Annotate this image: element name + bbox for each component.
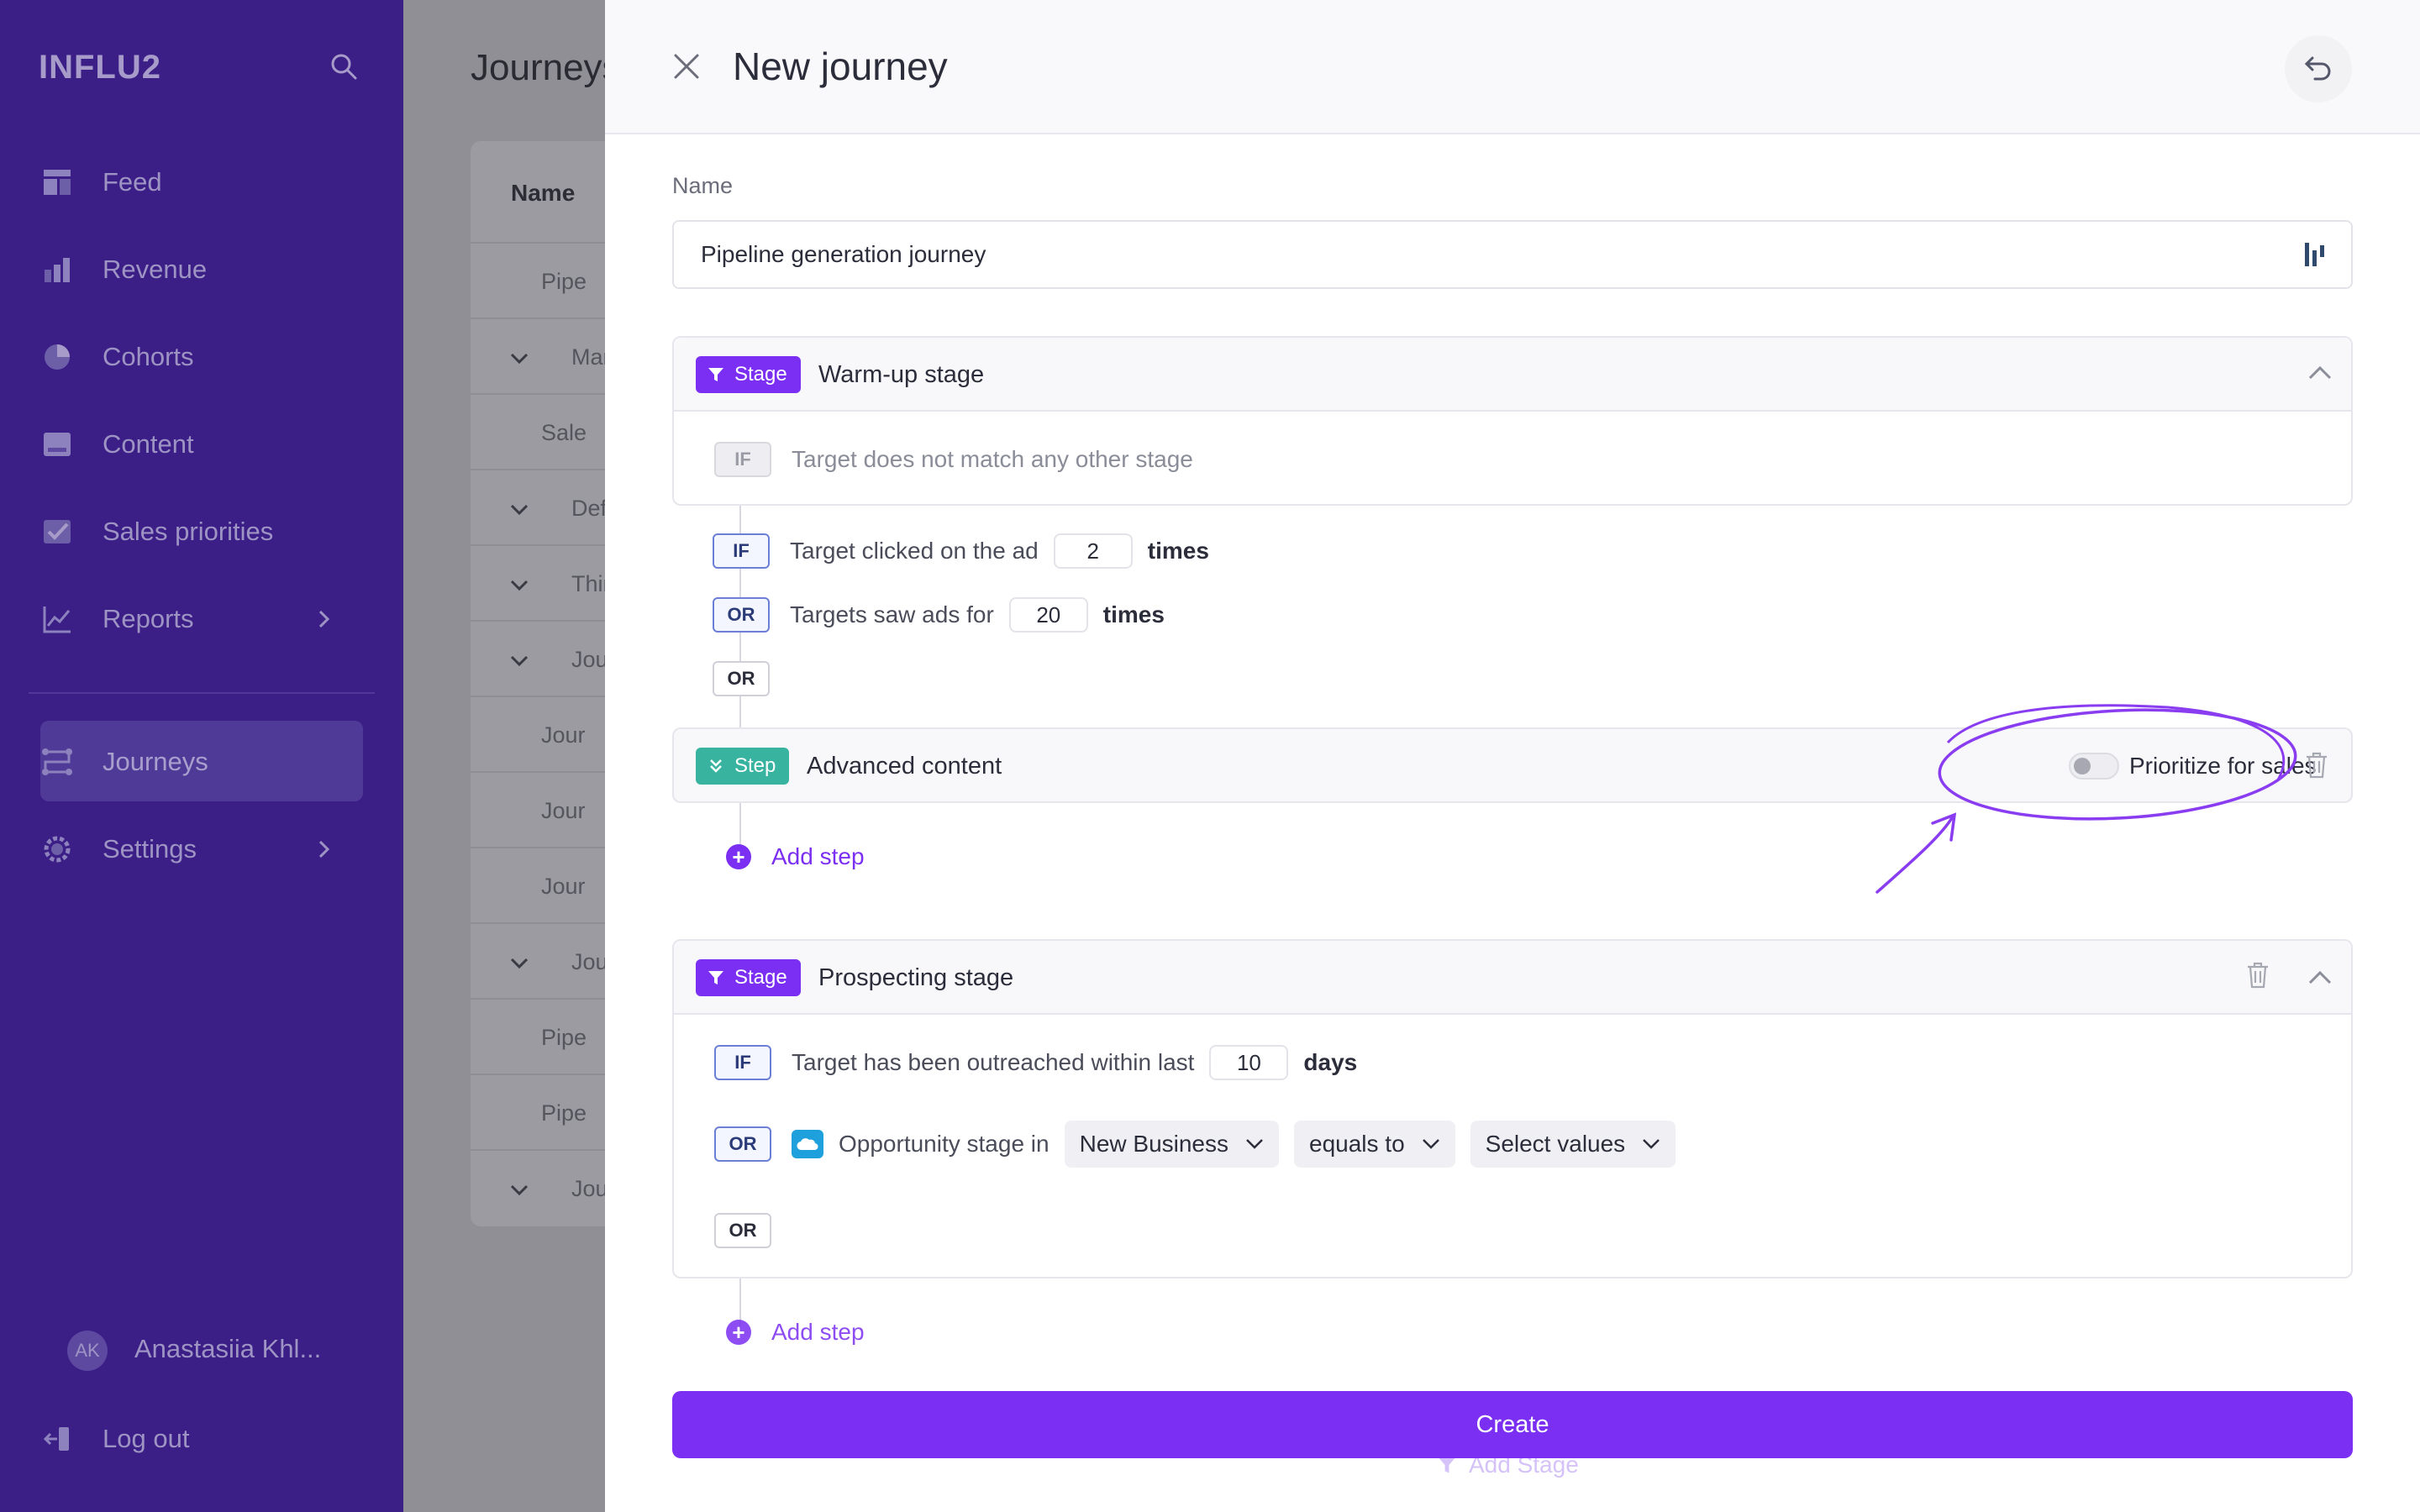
row-label: Jour: [541, 722, 586, 748]
add-or-condition: OR: [714, 1213, 792, 1248]
row-label: Jour: [571, 949, 605, 974]
table-row[interactable]: Jour: [471, 847, 605, 922]
sidebar-item-reports[interactable]: Reports: [40, 598, 343, 640]
stage-badge: Stage: [696, 959, 801, 996]
values-select[interactable]: Select values: [1470, 1121, 1676, 1168]
condition-unit: days: [1303, 1049, 1358, 1075]
stage-header[interactable]: Stage Prospecting stage: [674, 941, 2351, 1015]
chevron-up-icon[interactable]: [2307, 969, 2333, 986]
sidebar-item-revenue[interactable]: Revenue: [40, 249, 207, 291]
sidebar-item-feed[interactable]: Feed: [40, 161, 162, 203]
feed-icon: [40, 165, 74, 199]
operator-select[interactable]: equals to: [1294, 1121, 1455, 1168]
cohorts-icon: [40, 340, 74, 374]
row-label: Defa: [571, 496, 605, 521]
table-row[interactable]: Pipe: [471, 242, 605, 318]
sidebar-item-label: Revenue: [103, 255, 208, 284]
sidebar-item-label: Cohorts: [103, 342, 194, 371]
or-button[interactable]: OR: [714, 1213, 771, 1248]
table-row[interactable]: Jour: [471, 922, 605, 998]
page-title: Journeys: [471, 47, 605, 88]
sidebar-item-label: Sales priorities: [103, 517, 274, 546]
table-row[interactable]: Mark: [471, 318, 605, 393]
row-label: Pipe: [541, 1100, 587, 1126]
row-label: Jour: [571, 1176, 605, 1201]
table-row[interactable]: Sale: [471, 393, 605, 469]
logout-button[interactable]: Log out: [40, 1418, 189, 1460]
table-row[interactable]: Third: [471, 544, 605, 620]
chevron-down-icon[interactable]: [509, 953, 529, 973]
revenue-icon: [40, 253, 74, 286]
annotation-highlight: [1876, 704, 2297, 894]
row-label: Jour: [541, 798, 586, 823]
chevron-down-icon[interactable]: [509, 499, 529, 519]
days-count-input[interactable]: 10: [1209, 1045, 1289, 1080]
sidebar-item-journeys[interactable]: Journeys: [40, 741, 208, 783]
sidebar-item-cohorts[interactable]: Cohorts: [40, 336, 194, 378]
prospecting-stage-card: Stage Prospecting stage IF Target has be…: [672, 939, 2353, 1278]
sidebar-item-sales-priorities[interactable]: Sales priorities: [40, 511, 273, 553]
reports-icon: [40, 602, 74, 636]
condition-text: Opportunity stage in: [839, 1131, 1050, 1157]
sidebar-item-label: Settings: [103, 834, 197, 864]
create-button[interactable]: Create: [672, 1391, 2353, 1458]
gear-icon: [40, 832, 74, 866]
chevron-down-icon[interactable]: [509, 348, 529, 368]
sidebar-item-label: Content: [103, 429, 194, 459]
journeys-icon: [40, 745, 74, 779]
table-row[interactable]: Pipe: [471, 1074, 605, 1149]
row-label: Pipe: [541, 1025, 587, 1050]
sidebar-item-label: Reports: [103, 604, 194, 633]
checkmark-icon: [40, 515, 74, 549]
condition-text: Target has been outreached within last: [792, 1049, 1195, 1075]
table-row[interactable]: Defa: [471, 469, 605, 544]
row-label: Mark: [571, 344, 605, 370]
sidebar-item-settings[interactable]: Settings: [40, 828, 343, 870]
row-label: Pipe: [541, 269, 587, 294]
table-row[interactable]: Jour: [471, 696, 605, 771]
chevron-down-icon[interactable]: [509, 575, 529, 595]
sidebar: INFLU2 Feed Revenue Cohorts Content Sale…: [0, 0, 403, 1512]
content-icon: [40, 428, 74, 461]
chevron-right-icon: [318, 610, 330, 628]
trash-icon[interactable]: [2245, 961, 2270, 990]
new-journey-modal: New journey Name Stage Warm-up stage IF …: [605, 0, 2420, 1512]
sidebar-item-label: Journeys: [103, 747, 208, 776]
chevron-down-icon: [1246, 1139, 1263, 1149]
if-tag[interactable]: IF: [714, 1045, 771, 1080]
row-label: Jour: [571, 647, 605, 672]
logout-icon: [40, 1422, 74, 1456]
search-icon[interactable]: [329, 52, 358, 81]
row-label: Sale: [541, 420, 587, 445]
sidebar-divider: [29, 692, 375, 694]
column-header-name: Name: [511, 180, 576, 206]
table-row[interactable]: Jour: [471, 620, 605, 696]
table-row[interactable]: Pipe: [471, 998, 605, 1074]
chevron-down-icon: [1643, 1139, 1660, 1149]
condition-row: OR Opportunity stage in New Business equ…: [714, 1121, 1691, 1168]
row-label: Third: [571, 571, 605, 596]
opportunity-stage-select[interactable]: New Business: [1064, 1121, 1279, 1168]
condition-row: IF Target has been outreached within las…: [714, 1045, 1357, 1080]
sidebar-item-label: Feed: [103, 167, 162, 197]
table-row[interactable]: Jour: [471, 771, 605, 847]
salesforce-icon: [792, 1130, 823, 1158]
plus-icon: +: [726, 1320, 751, 1345]
logout-label: Log out: [103, 1424, 190, 1453]
chevron-down-icon[interactable]: [509, 650, 529, 670]
table-row[interactable]: Jour: [471, 1149, 605, 1225]
stage-title: Prospecting stage: [818, 964, 1014, 991]
chevron-down-icon: [1422, 1139, 1439, 1149]
or-tag[interactable]: OR: [714, 1126, 771, 1162]
sidebar-item-content[interactable]: Content: [40, 423, 194, 465]
add-step-button[interactable]: + Add step: [726, 1319, 865, 1346]
app-logo: INFLU2: [39, 49, 161, 86]
chevron-down-icon[interactable]: [509, 1179, 529, 1200]
chevron-right-icon: [318, 840, 330, 858]
row-label: Jour: [541, 874, 586, 899]
avatar[interactable]: AK: [67, 1331, 108, 1371]
user-name[interactable]: Anastasiia Khl...: [134, 1334, 321, 1364]
background-journeys-page: Journeys Name Pipe Mark Sale Defa Third …: [403, 0, 605, 1512]
funnel-icon: [708, 971, 723, 984]
